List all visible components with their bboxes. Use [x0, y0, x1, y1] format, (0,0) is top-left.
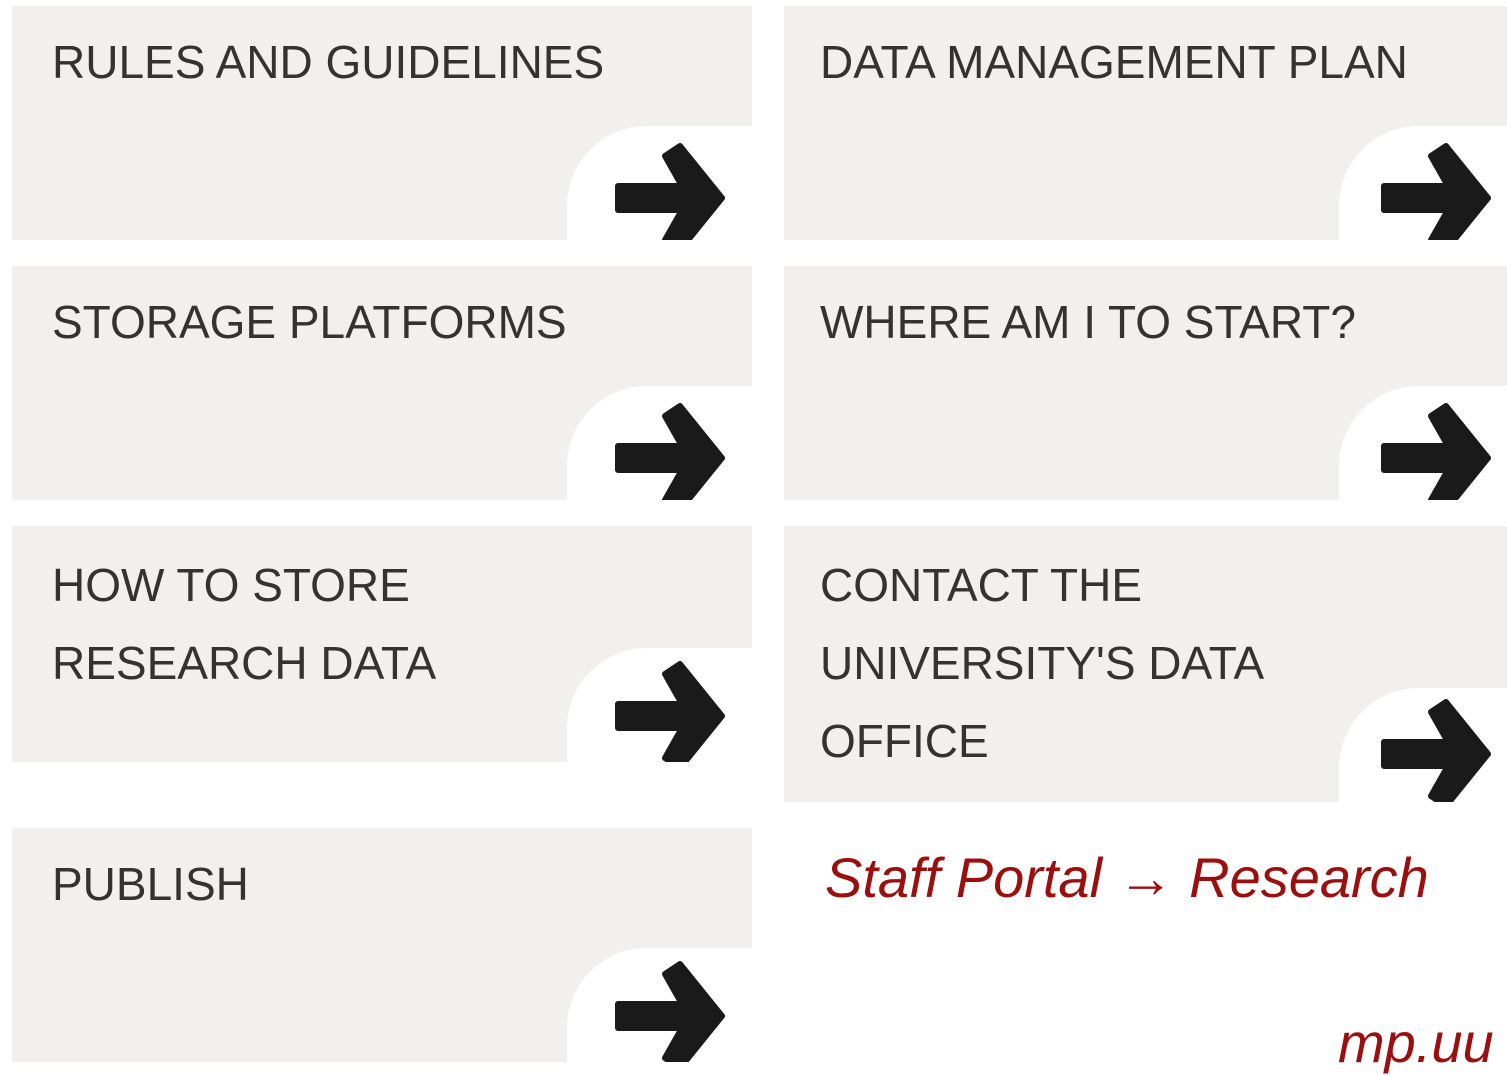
tile-publish[interactable]: PUBLISH [12, 828, 752, 1062]
arrow-right-icon[interactable] [1376, 694, 1496, 802]
tile-where-am-i-to-start[interactable]: WHERE AM I TO START? [784, 266, 1507, 500]
tile-label: RULES AND GUIDELINES [52, 36, 605, 88]
tile-rules-and-guidelines[interactable]: RULES AND GUIDELINES [12, 6, 752, 240]
navigation-path-caption: Staff Portal → Research [825, 846, 1429, 909]
tile-label: PUBLISH [52, 858, 249, 910]
arrow-right-icon[interactable] [610, 956, 730, 1062]
arrow-right-icon[interactable] [610, 398, 730, 500]
tile-label: HOW TO STORE RESEARCH DATA [52, 559, 437, 689]
arrow-right-icon[interactable] [1376, 138, 1496, 240]
tile-storage-platforms[interactable]: STORAGE PLATFORMS [12, 266, 752, 500]
tile-label: DATA MANAGEMENT PLAN [820, 36, 1408, 88]
tile-data-management-plan[interactable]: DATA MANAGEMENT PLAN [784, 6, 1507, 240]
portal-url-text[interactable]: mp.uu [1338, 1010, 1494, 1075]
tile-how-to-store-research-data[interactable]: HOW TO STORE RESEARCH DATA [12, 526, 752, 762]
tile-label: STORAGE PLATFORMS [52, 296, 567, 348]
arrow-right-icon[interactable] [610, 138, 730, 240]
tile-label: WHERE AM I TO START? [820, 296, 1356, 348]
tile-label: CONTACT THE UNIVERSITY'S DATA OFFICE [820, 559, 1265, 767]
tile-contact-data-office[interactable]: CONTACT THE UNIVERSITY'S DATA OFFICE [784, 526, 1507, 802]
arrow-right-icon[interactable] [610, 656, 730, 762]
arrow-right-icon[interactable] [1376, 398, 1496, 500]
